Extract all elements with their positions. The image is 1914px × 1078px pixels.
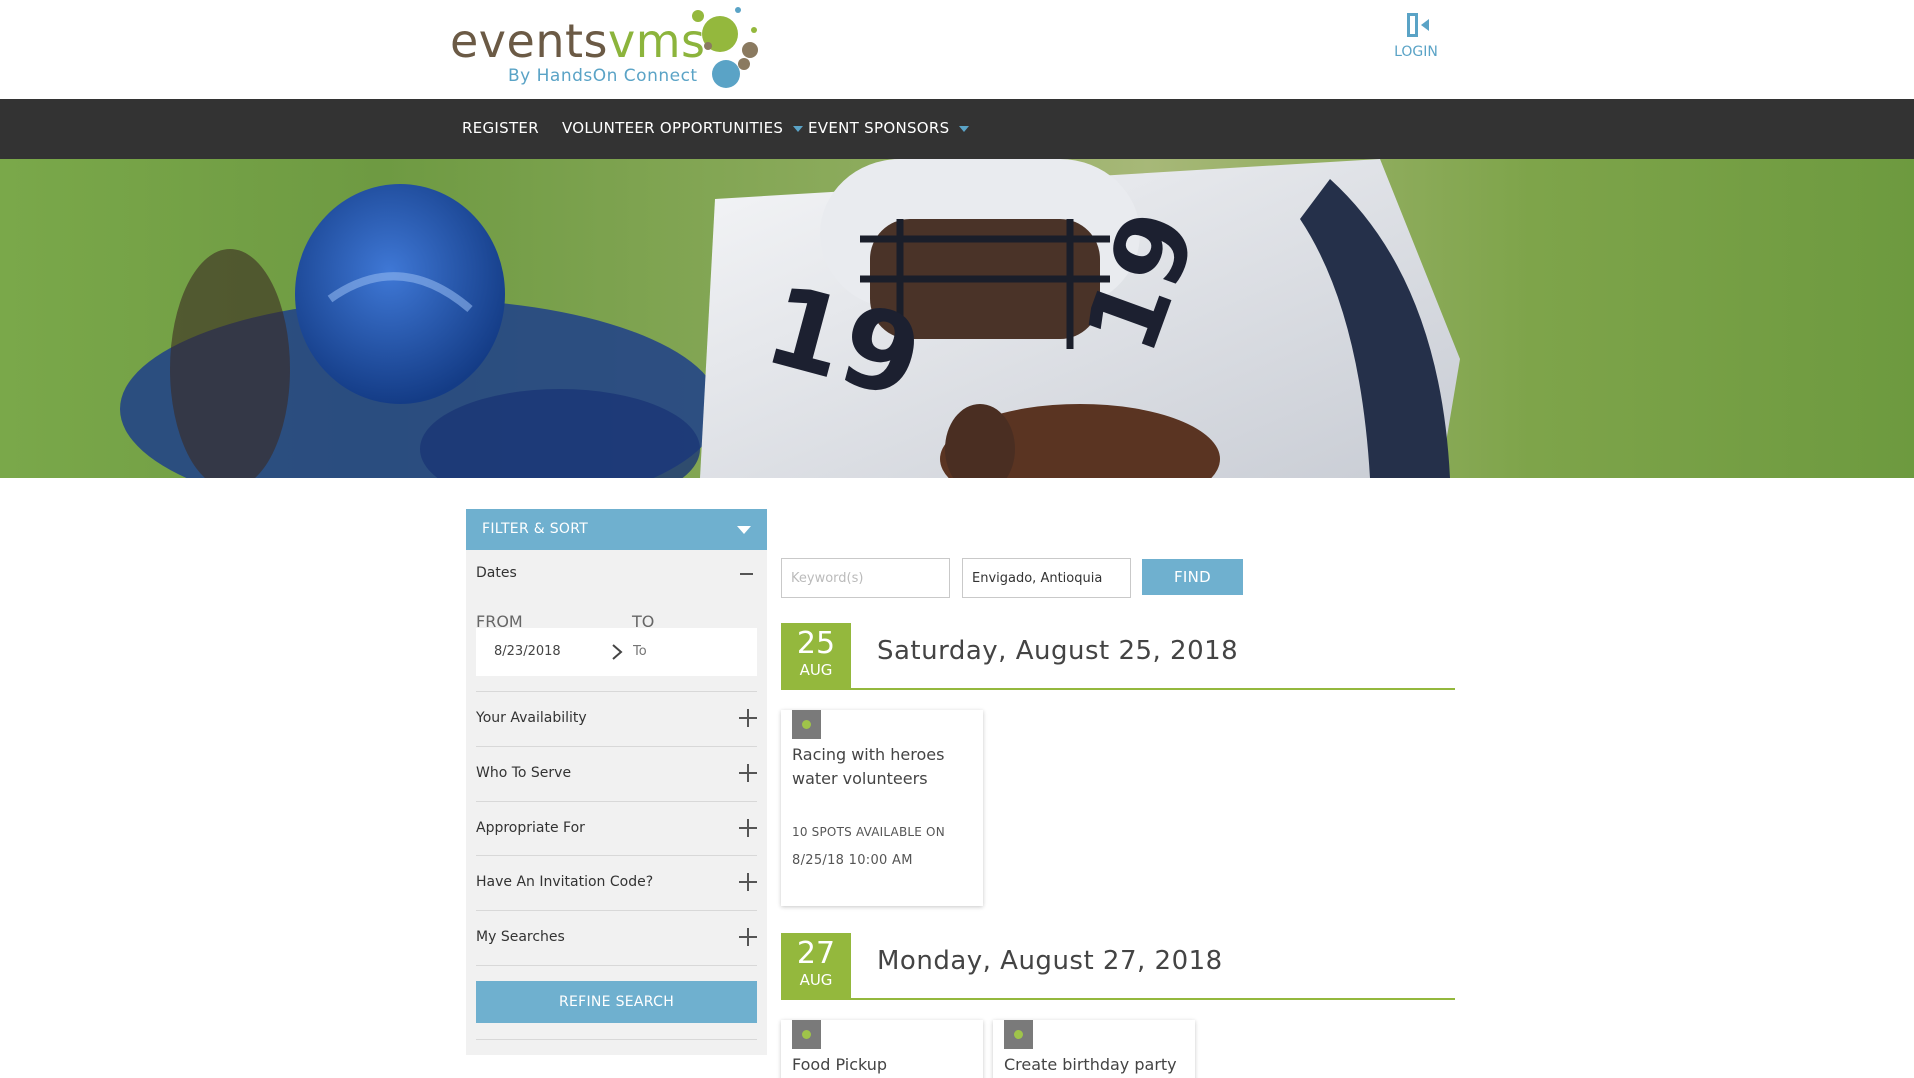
hero-football-players-image: 19 19 [120, 159, 1460, 478]
day-heading: Monday, August 27, 2018 [877, 946, 1223, 976]
to-date-input[interactable] [633, 644, 733, 659]
opportunity-category-icon [792, 1020, 821, 1049]
filter-who-to-serve[interactable]: Who To Serve [476, 746, 757, 801]
opportunity-title[interactable]: Create birthday party [1004, 1053, 1189, 1077]
nav-event-sponsors-label: EVENT SPONSORS [808, 119, 950, 137]
sidebar-divider [476, 1039, 757, 1040]
date-badge-day: 25 [796, 626, 836, 661]
filter-sort-label: FILTER & SORT [482, 521, 589, 537]
date-badge-day: 27 [796, 936, 836, 971]
nav-register[interactable]: REGISTER [462, 119, 539, 137]
filter-divider [476, 965, 757, 966]
logo-wordmark: eventsvms [450, 18, 705, 64]
location-input[interactable] [962, 558, 1131, 598]
nav-event-sponsors[interactable]: EVENT SPONSORS [808, 119, 970, 137]
opportunity-title[interactable]: Food Pickup [792, 1053, 977, 1077]
refine-search-button[interactable]: REFINE SEARCH [476, 981, 757, 1023]
opportunity-card[interactable]: Food Pickup [781, 1020, 983, 1078]
caret-down-icon [737, 526, 751, 534]
filter-my-searches[interactable]: My Searches [476, 910, 757, 965]
opportunity-title[interactable]: Racing with heroes water volunteers [792, 743, 977, 791]
login-button[interactable]: LOGIN [1380, 10, 1452, 60]
date-badge: 27 AUG [781, 933, 851, 999]
date-badge: 25 AUG [781, 623, 851, 689]
opportunity-category-icon [792, 710, 821, 739]
expand-plus-icon [739, 764, 757, 782]
expand-plus-icon [739, 709, 757, 727]
collapse-minus-icon[interactable] [740, 573, 753, 575]
opportunity-card[interactable]: Racing with heroes water volunteers 10 S… [781, 710, 983, 906]
opportunity-category-icon [1004, 1020, 1033, 1049]
filter-label: Have An Invitation Code? [476, 874, 654, 890]
filter-label: Your Availability [476, 710, 587, 726]
caret-down-icon [793, 125, 804, 132]
date-badge-month: AUG [799, 661, 833, 679]
dates-section-label: Dates [476, 565, 517, 581]
nav-volunteer-opportunities[interactable]: VOLUNTEER OPPORTUNITIES [562, 119, 804, 137]
keyword-search-input[interactable] [781, 558, 950, 598]
site-header: eventsvms By HandsOn Connect LOGIN [0, 0, 1914, 99]
expand-plus-icon [739, 819, 757, 837]
date-badge-month: AUG [799, 971, 833, 989]
main-nav: REGISTER VOLUNTEER OPPORTUNITIES EVENT S… [0, 99, 1914, 159]
day-divider [781, 998, 1455, 1000]
login-door-icon [1407, 13, 1429, 37]
filter-sort-toggle[interactable]: FILTER & SORT [466, 509, 767, 550]
filter-your-availability[interactable]: Your Availability [476, 691, 757, 746]
filter-label: My Searches [476, 929, 565, 945]
nav-register-label: REGISTER [462, 119, 539, 137]
filter-label: Appropriate For [476, 820, 585, 836]
opportunity-card[interactable]: Create birthday party [993, 1020, 1195, 1078]
opportunity-spots: 10 SPOTS AVAILABLE ON [792, 825, 945, 839]
site-logo[interactable]: eventsvms By HandsOn Connect [448, 2, 758, 92]
day-divider [781, 688, 1455, 690]
expand-plus-icon [739, 928, 757, 946]
from-date-input[interactable] [494, 644, 594, 659]
find-button[interactable]: FIND [1142, 559, 1243, 595]
date-range-box [476, 628, 757, 676]
filter-sidebar: FILTER & SORT Dates FROM TO Your Availab… [466, 509, 767, 1055]
logo-bubbles-icon [692, 7, 758, 88]
filter-label: Who To Serve [476, 765, 572, 781]
logo-subtitle: By HandsOn Connect [508, 66, 698, 86]
nav-volunteer-opportunities-label: VOLUNTEER OPPORTUNITIES [562, 119, 784, 137]
opportunity-datetime: 8/25/18 10:00 AM [792, 853, 913, 868]
day-heading: Saturday, August 25, 2018 [877, 636, 1239, 666]
caret-down-icon [959, 125, 970, 132]
filter-appropriate-for[interactable]: Appropriate For [476, 801, 757, 856]
expand-plus-icon [739, 873, 757, 891]
hero-banner-image: 19 19 [0, 159, 1914, 478]
chevron-right-icon [612, 644, 623, 660]
logo-word-events: events [450, 14, 608, 68]
login-label: LOGIN [1394, 44, 1438, 60]
filter-invitation-code[interactable]: Have An Invitation Code? [476, 855, 757, 910]
